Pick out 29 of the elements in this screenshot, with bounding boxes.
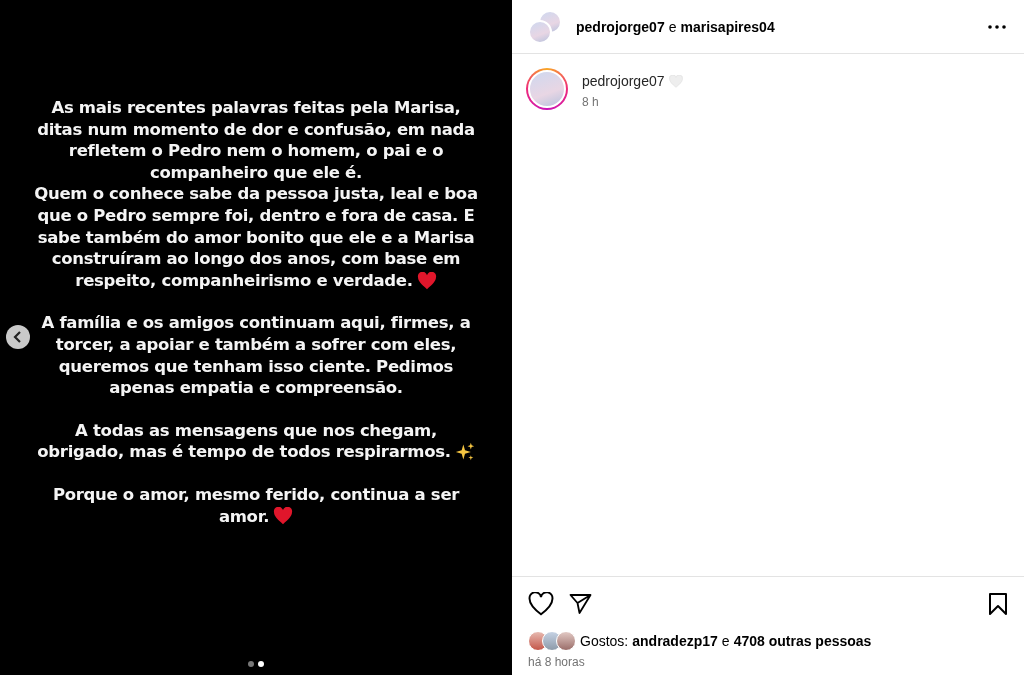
username[interactable]: pedrojorge07 [576, 18, 665, 35]
heart-icon [273, 507, 294, 526]
joiner-text: e [721, 633, 730, 649]
username[interactable]: andradezp17 [632, 633, 718, 649]
timestamp: 8 h [582, 95, 600, 109]
more-icon [988, 24, 1006, 29]
heart-icon [416, 271, 437, 290]
slide-text: obrigado, mas é tempo de todos respirarmos. [37, 441, 451, 463]
like-button[interactable] [528, 592, 554, 616]
likes-count-link[interactable]: 4708 outras pessoas [733, 633, 872, 649]
carousel-dot[interactable] [248, 661, 254, 667]
username[interactable]: marisapires04 [680, 18, 775, 35]
slide-text: A todas as mensagens que nos chegam, [75, 419, 437, 442]
avatar[interactable] [556, 631, 576, 651]
share-button[interactable] [568, 592, 593, 616]
story-avatar[interactable] [526, 68, 568, 110]
slide-text: apenas empatia e compreensão. [109, 377, 403, 399]
carousel-dot[interactable] [258, 661, 264, 667]
slide-text: amor. [218, 505, 270, 528]
post-date: há 8 horas [528, 655, 586, 669]
likes-label: Gostos: [580, 633, 629, 649]
joiner-text: e [668, 18, 677, 35]
bookmark-button[interactable] [988, 592, 1008, 616]
slide-text: Porque o amor, mesmo ferido, continua a ser [52, 483, 460, 506]
previous-button[interactable] [6, 325, 30, 349]
username[interactable]: pedrojorge07 [582, 73, 665, 89]
heart-icon [668, 74, 683, 88]
slide-text: respeito, companheirismo e verdade. [75, 269, 413, 292]
chevron-left-icon [13, 331, 23, 343]
